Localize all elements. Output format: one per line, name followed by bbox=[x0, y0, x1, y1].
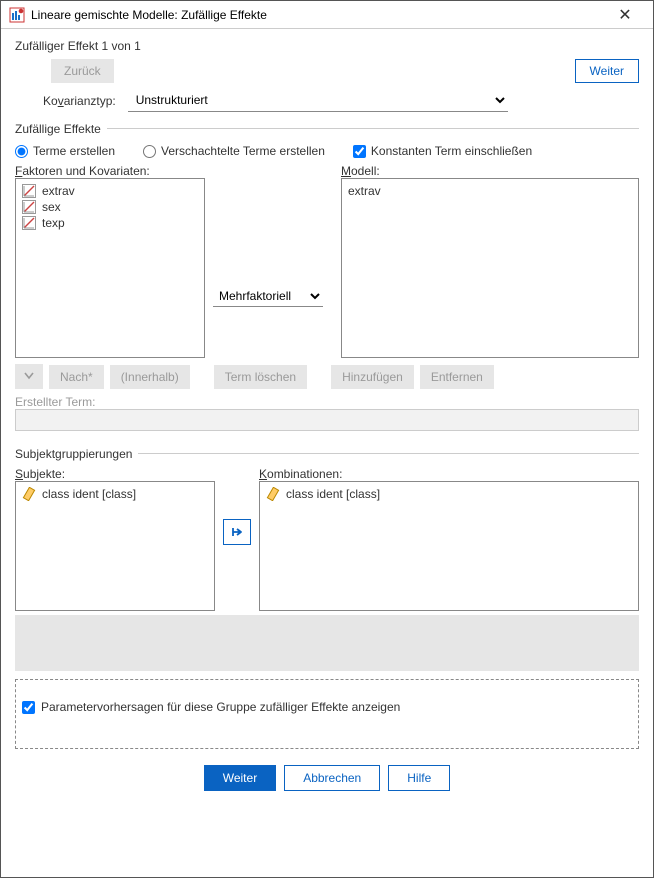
nav-row: Zurück Weiter bbox=[15, 59, 639, 83]
built-term-field bbox=[15, 409, 639, 431]
subject-group: Subjektgruppierungen Subjekte: class ide… bbox=[15, 443, 639, 749]
model-label: Modell: bbox=[341, 164, 639, 178]
arrow-down-icon bbox=[23, 369, 35, 381]
list-item[interactable]: extrav bbox=[348, 183, 632, 199]
build-terms-radio[interactable]: Terme erstellen bbox=[15, 144, 115, 158]
nested-terms-radio[interactable]: Verschachtelte Terme erstellen bbox=[143, 144, 325, 158]
list-item[interactable]: sex bbox=[22, 199, 198, 215]
dialog-footer: Weiter Abbrechen Hilfe bbox=[15, 755, 639, 805]
list-item[interactable]: class ident [class] bbox=[266, 486, 632, 502]
subjects-row: Subjekte: class ident [class] Kombinatio… bbox=[15, 467, 639, 611]
list-item[interactable]: texp bbox=[22, 215, 198, 231]
by-button: Nach* bbox=[49, 365, 104, 389]
back-button: Zurück bbox=[51, 59, 114, 83]
covariance-select[interactable]: Unstrukturiert bbox=[128, 89, 508, 112]
remove-term-button: Entfernen bbox=[420, 365, 494, 389]
next-button[interactable]: Weiter bbox=[575, 59, 639, 83]
predictions-box: Parametervorhersagen für diese Gruppe zu… bbox=[15, 679, 639, 749]
clear-term-button: Term löschen bbox=[214, 365, 307, 389]
close-button[interactable]: ✕ bbox=[605, 5, 645, 25]
continue-button[interactable]: Weiter bbox=[204, 765, 276, 791]
scale-icon bbox=[22, 200, 36, 214]
dialog-window: Lineare gemischte Modelle: Zufällige Eff… bbox=[0, 0, 654, 878]
covariance-label: Kovarianztyp: bbox=[43, 94, 116, 108]
scale-icon bbox=[22, 216, 36, 230]
built-term-label: Erstellter Term: bbox=[15, 395, 639, 409]
add-term-button: Hinzufügen bbox=[331, 365, 414, 389]
include-intercept-check[interactable]: Konstanten Term einschließen bbox=[353, 144, 532, 158]
model-listbox[interactable]: extrav bbox=[341, 178, 639, 358]
move-column bbox=[223, 467, 251, 597]
random-effects-group: Zufällige Effekte Terme erstellen Versch… bbox=[15, 118, 639, 431]
interaction-column: Mehrfaktoriell bbox=[213, 164, 333, 358]
dialog-content: Zufälliger Effekt 1 von 1 Zurück Weiter … bbox=[1, 29, 653, 877]
within-button: (Innerhalb) bbox=[110, 365, 190, 389]
effect-counter: Zufälliger Effekt 1 von 1 bbox=[15, 39, 639, 53]
term-buttons-row: Nach* (Innerhalb) Term löschen Hinzufüge… bbox=[15, 364, 639, 389]
factors-listbox[interactable]: extrav sex texp bbox=[15, 178, 205, 358]
interaction-select[interactable]: Mehrfaktoriell bbox=[213, 286, 323, 307]
subjects-listbox[interactable]: class ident [class] bbox=[15, 481, 215, 611]
list-item[interactable]: class ident [class] bbox=[22, 486, 208, 502]
window-title: Lineare gemischte Modelle: Zufällige Eff… bbox=[31, 8, 605, 22]
random-effects-title: Zufällige Effekte bbox=[15, 122, 101, 136]
help-button[interactable]: Hilfe bbox=[388, 765, 450, 791]
combos-listbox[interactable]: class ident [class] bbox=[259, 481, 639, 611]
factors-label: Faktoren und Kovariaten: bbox=[15, 164, 205, 178]
app-icon bbox=[9, 7, 25, 23]
arrow-right-icon bbox=[230, 525, 244, 539]
cancel-button[interactable]: Abbrechen bbox=[284, 765, 380, 791]
ruler-icon bbox=[266, 487, 280, 501]
list-item[interactable]: extrav bbox=[22, 183, 198, 199]
grey-band bbox=[15, 615, 639, 671]
ruler-icon bbox=[22, 487, 36, 501]
titlebar: Lineare gemischte Modelle: Zufällige Eff… bbox=[1, 1, 653, 29]
factors-model-row: Faktoren und Kovariaten: extrav sex t bbox=[15, 164, 639, 358]
subjects-label: Subjekte: bbox=[15, 467, 215, 481]
covariance-row: Kovarianztyp: Unstrukturiert bbox=[15, 89, 639, 112]
show-predictions-check[interactable]: Parametervorhersagen für diese Gruppe zu… bbox=[22, 700, 632, 714]
subject-group-title: Subjektgruppierungen bbox=[15, 447, 132, 461]
term-build-options: Terme erstellen Verschachtelte Terme ers… bbox=[15, 144, 639, 158]
arrow-down-button bbox=[15, 364, 43, 389]
combos-label: Kombinationen: bbox=[259, 467, 639, 481]
scale-icon bbox=[22, 184, 36, 198]
move-right-button[interactable] bbox=[223, 519, 251, 545]
